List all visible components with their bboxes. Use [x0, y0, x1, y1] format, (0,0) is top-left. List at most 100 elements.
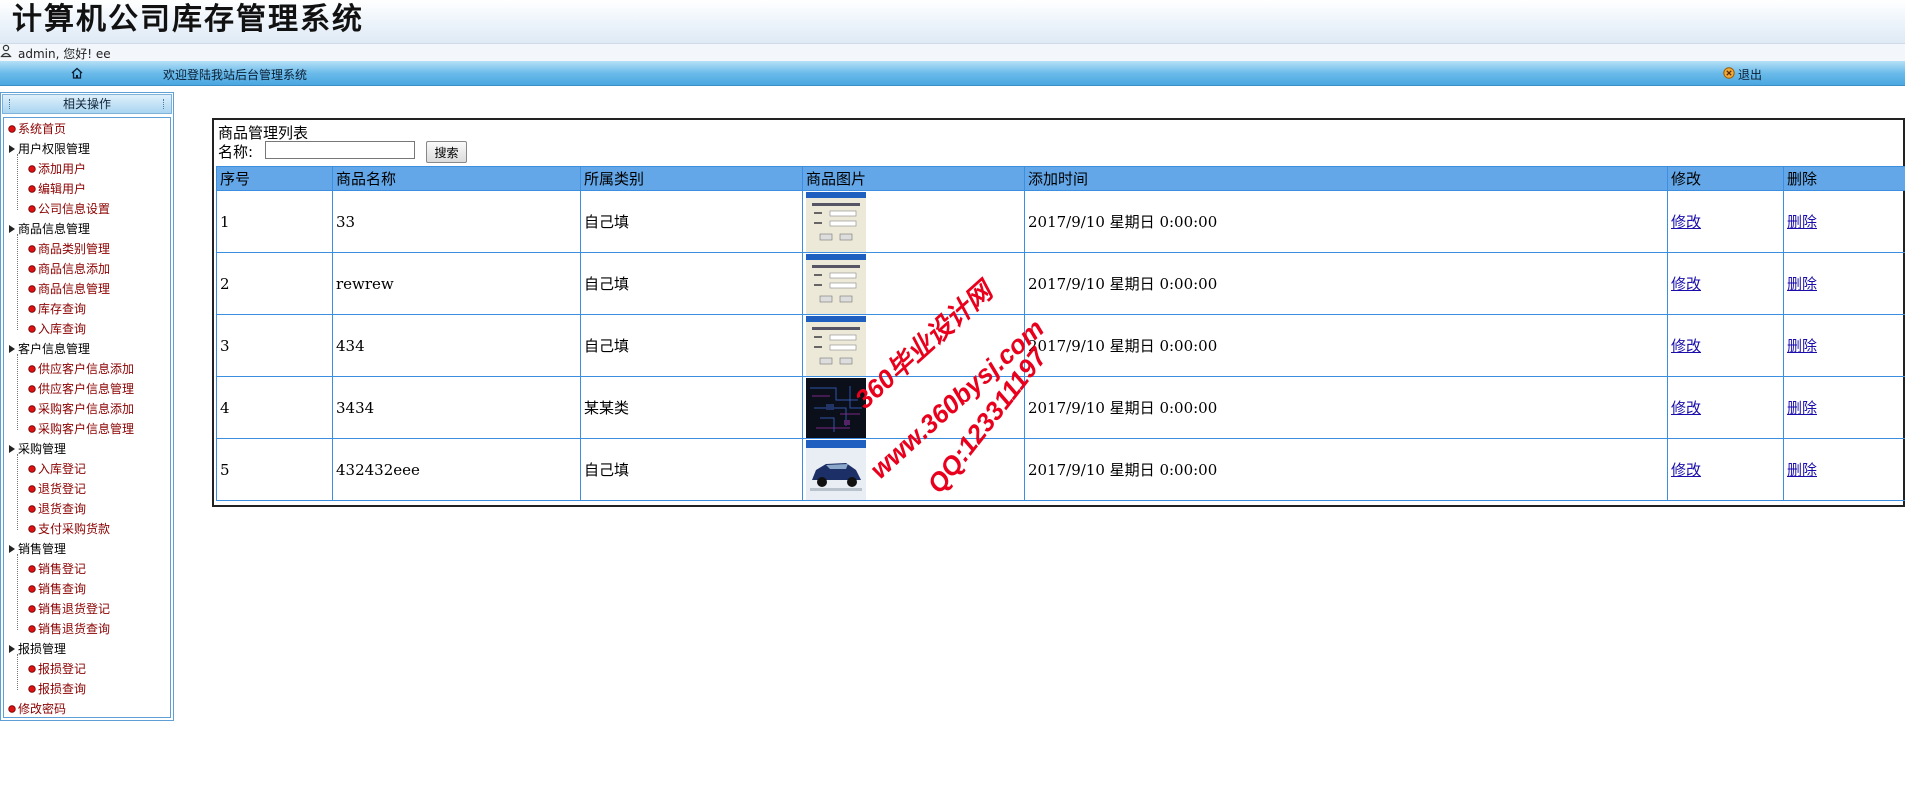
cell-category: 自己填 — [580, 190, 803, 253]
red-node-icon — [28, 665, 36, 673]
cell-time: 2017/9/10 星期日 0:00:00 — [1024, 190, 1668, 253]
tree-item-label: 商品信息管理 — [38, 282, 111, 296]
red-node-icon — [28, 625, 36, 633]
logout-icon — [1723, 67, 1735, 79]
edit-link[interactable]: 修改 — [1671, 399, 1701, 417]
tree-connector — [17, 354, 18, 430]
cell-name: 432432eee — [332, 438, 581, 501]
sidebar-header: 相关操作 — [2, 94, 172, 114]
cell-image — [802, 376, 1025, 439]
tree-item-label: 报损管理 — [18, 642, 67, 656]
tree-connector — [17, 154, 18, 210]
red-node-icon — [28, 305, 36, 313]
expand-arrow-icon — [9, 545, 15, 553]
red-node-icon — [28, 485, 36, 493]
home-icon[interactable] — [70, 66, 84, 80]
red-node-icon — [28, 205, 36, 213]
cell-edit: 修改 — [1667, 190, 1784, 253]
red-node-icon — [28, 185, 36, 193]
search-input[interactable] — [265, 141, 415, 159]
tree-item-label: 退货查询 — [38, 502, 87, 516]
tree-item-label: 添加用户 — [38, 162, 87, 176]
tree-item-label: 报损查询 — [38, 682, 87, 696]
cell-id: 5 — [216, 438, 333, 501]
cell-category: 自己填 — [580, 438, 803, 501]
cell-id: 3 — [216, 314, 333, 377]
cell-time: 2017/9/10 星期日 0:00:00 — [1024, 376, 1668, 439]
cell-delete: 删除 — [1783, 376, 1905, 439]
delete-link[interactable]: 删除 — [1787, 213, 1817, 231]
expand-arrow-icon — [9, 145, 15, 153]
tree-item-label: 入库登记 — [38, 462, 87, 476]
user-greeting: admin, 您好! ee — [18, 47, 111, 61]
product-image — [806, 253, 866, 314]
delete-link[interactable]: 删除 — [1787, 275, 1817, 293]
edit-link[interactable]: 修改 — [1671, 461, 1701, 479]
red-node-icon — [28, 365, 36, 373]
tree-item-label: 公司信息设置 — [38, 202, 111, 216]
tree-item-label: 退货登记 — [38, 482, 87, 496]
expand-arrow-icon — [9, 345, 15, 353]
cell-edit: 修改 — [1667, 252, 1784, 315]
red-node-icon — [28, 265, 36, 273]
tree-item-label: 销售查询 — [38, 582, 87, 596]
cell-delete: 删除 — [1783, 252, 1905, 315]
red-node-icon — [28, 325, 36, 333]
product-image — [806, 315, 866, 376]
red-node-icon — [28, 605, 36, 613]
welcome-message: 欢迎登陆我站后台管理系统 — [163, 68, 308, 82]
expand-arrow-icon — [9, 445, 15, 453]
edit-link[interactable]: 修改 — [1671, 337, 1701, 355]
cell-image — [802, 252, 1025, 315]
tree-item-label: 商品信息添加 — [38, 262, 111, 276]
col-header-id: 序号 — [216, 166, 333, 191]
cell-name: 33 — [332, 190, 581, 253]
tree-item-label: 商品信息管理 — [18, 222, 91, 236]
cell-id: 2 — [216, 252, 333, 315]
red-node-icon — [28, 585, 36, 593]
tree-connector — [17, 454, 18, 530]
tree-item-label: 供应客户信息添加 — [38, 362, 135, 376]
app-header: 计算机公司库存管理系统 — [0, 0, 1905, 43]
red-node-icon — [8, 125, 16, 133]
cell-edit: 修改 — [1667, 314, 1784, 377]
tree-item-label: 供应客户信息管理 — [38, 382, 135, 396]
tree-item-label: 采购客户信息添加 — [38, 402, 135, 416]
edit-link[interactable]: 修改 — [1671, 275, 1701, 293]
search-button[interactable]: 搜索 — [426, 141, 467, 163]
cell-category: 自己填 — [580, 314, 803, 377]
red-node-icon — [28, 245, 36, 253]
cell-edit: 修改 — [1667, 376, 1784, 439]
table-row: 4 3434 某某类 2017/9/10 星期日 0:00:00 修改 删除 — [216, 376, 1905, 439]
red-node-icon — [8, 705, 16, 713]
edit-link[interactable]: 修改 — [1671, 213, 1701, 231]
tree-connector — [17, 654, 18, 690]
tree-item-label: 系统首页 — [18, 122, 67, 136]
cell-id: 1 — [216, 190, 333, 253]
cell-delete: 删除 — [1783, 438, 1905, 501]
search-label: 名称: — [218, 143, 254, 161]
product-table: 序号 商品名称 所属类别 商品图片 添加时间 修改 删除 1 33 自己填 2017/… — [216, 166, 1905, 501]
delete-link[interactable]: 删除 — [1787, 399, 1817, 417]
tree-item-label: 库存查询 — [38, 302, 87, 316]
tree-connector — [17, 234, 18, 330]
table-row: 2 rewrew 自己填 2017/9/10 星期日 0:00:00 修改 删除 — [216, 252, 1905, 315]
tree-connector — [17, 554, 18, 630]
cell-time: 2017/9/10 星期日 0:00:00 — [1024, 314, 1668, 377]
tree-item-label: 销售退货查询 — [38, 622, 111, 636]
product-image — [806, 439, 866, 500]
app-title: 计算机公司库存管理系统 — [12, 2, 364, 37]
tree-item-label: 入库查询 — [38, 322, 87, 336]
delete-link[interactable]: 删除 — [1787, 461, 1817, 479]
cell-image — [802, 438, 1025, 501]
red-node-icon — [28, 505, 36, 513]
list-title: 商品管理列表 — [218, 124, 309, 142]
delete-link[interactable]: 删除 — [1787, 337, 1817, 355]
tree-item-label: 商品类别管理 — [38, 242, 111, 256]
red-node-icon — [28, 285, 36, 293]
red-node-icon — [28, 565, 36, 573]
table-header-row: 序号 商品名称 所属类别 商品图片 添加时间 修改 删除 — [216, 166, 1905, 191]
product-image — [806, 377, 866, 438]
product-list-panel: 商品管理列表 名称: 搜索 序号 商品名称 所属类别 商品图片 添加时间 修改 … — [212, 118, 1905, 507]
tree-item-label: 销售退货登记 — [38, 602, 111, 616]
